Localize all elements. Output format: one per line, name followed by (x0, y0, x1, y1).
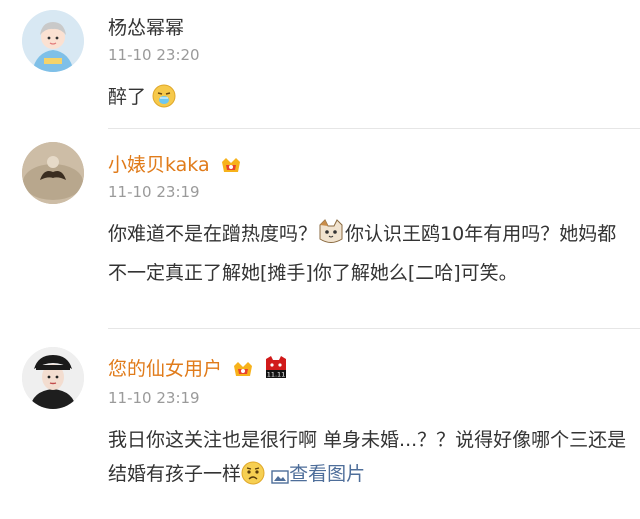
commenter-name[interactable]: 您的仙女用户 11.11 (108, 355, 288, 385)
vip-crown-badge (220, 155, 242, 181)
comment-text: 我日你这关注也是很行啊 单身未婚...？？说得好像哪个三还是结婚有孩子一样 查看… (108, 423, 634, 496)
commenter-name-text: 您的仙女用户 (108, 358, 223, 380)
comment-time: 11-10 23:19 (108, 389, 200, 407)
avatar[interactable] (22, 10, 84, 72)
comment-time: 11-10 23:19 (108, 183, 200, 201)
comment-item: 您的仙女用户 11.11 11-10 23:19 我日你这关注也是很行啊 单身未… (0, 329, 640, 519)
view-image-link[interactable]: 查看图片 (271, 463, 365, 485)
comment-text-content: 醉了 (108, 86, 147, 108)
view-image-link-text: 查看图片 (289, 463, 366, 485)
commenter-name-text: 小婊贝kaka (108, 154, 210, 176)
comment-time: 11-10 23:20 (108, 46, 200, 64)
double11-cat-badge: 11.11 (264, 355, 288, 385)
comment-text: 你难道不是在蹭热度吗？ 你认识王鸥10年有用吗？她妈都不一定真正了解她[摊手]你… (108, 217, 634, 290)
commenter-name[interactable]: 杨怂幂幂 (108, 16, 184, 40)
commenter-name[interactable]: 小婊贝kaka (108, 153, 242, 181)
drunk-face-emoji (152, 84, 176, 119)
comment-text-content: 你难道不是在蹭热度吗？ (108, 223, 318, 245)
image-icon (271, 462, 289, 496)
cat-face-emoji (317, 219, 345, 256)
comment-text-content: 我日你这关注也是很行啊 单身未婚...？？说得好像哪个三还是结婚有孩子一样 (108, 429, 627, 485)
comment-item: 小婊贝kaka 11-10 23:19 你难道不是在蹭热度吗？ 你认识王鸥10年… (0, 129, 640, 327)
comment-text: 醉了 (108, 80, 634, 119)
avatar[interactable] (22, 142, 84, 204)
vip-crown-badge (232, 359, 254, 385)
avatar[interactable] (22, 347, 84, 409)
double11-badge-text: 11.11 (267, 371, 286, 379)
worried-face-emoji (241, 461, 265, 496)
comment-item: 杨怂幂幂 11-10 23:20 醉了 (0, 0, 640, 128)
